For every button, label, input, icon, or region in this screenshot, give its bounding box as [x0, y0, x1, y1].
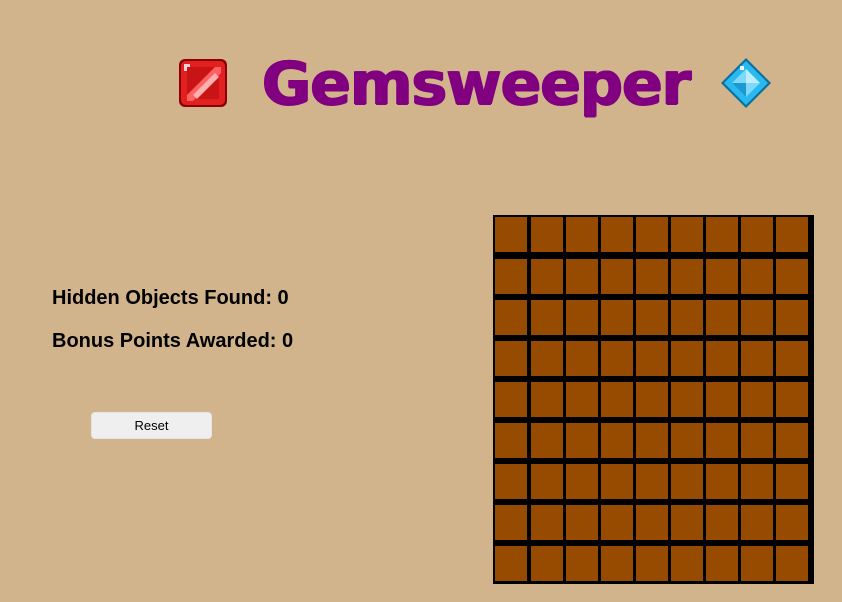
board-cell[interactable] — [495, 382, 527, 417]
board-cell[interactable] — [671, 217, 703, 252]
board-cell[interactable] — [531, 505, 563, 540]
board-cell[interactable] — [671, 382, 703, 417]
hidden-objects-count: 0 — [277, 287, 289, 309]
board-cell[interactable] — [531, 546, 563, 581]
board-cell[interactable] — [776, 341, 808, 376]
board-cell[interactable] — [495, 259, 527, 294]
board-cell[interactable] — [601, 259, 633, 294]
board-cell[interactable] — [495, 423, 527, 458]
board-cell[interactable] — [495, 546, 527, 581]
board-cell[interactable] — [706, 300, 738, 335]
bonus-points-label: Bonus Points Awarded: — [52, 330, 283, 352]
board-cell[interactable] — [636, 505, 668, 540]
board-cell[interactable] — [776, 382, 808, 417]
board-cell[interactable] — [601, 464, 633, 499]
board-cell[interactable] — [601, 382, 633, 417]
red-gem-icon — [179, 59, 227, 107]
board-cell[interactable] — [706, 217, 738, 252]
game-header: Gemsweeper — [0, 0, 842, 160]
board-cell[interactable] — [495, 341, 527, 376]
board-cell[interactable] — [601, 505, 633, 540]
board-cell[interactable] — [495, 300, 527, 335]
board-cell[interactable] — [636, 217, 668, 252]
board-cell[interactable] — [671, 341, 703, 376]
board-cell[interactable] — [566, 217, 598, 252]
board-cell[interactable] — [671, 259, 703, 294]
board-cell[interactable] — [531, 217, 563, 252]
board-cell[interactable] — [601, 300, 633, 335]
board-cell[interactable] — [776, 300, 808, 335]
stats-panel: Hidden Objects Found: 0 Bonus Points Awa… — [52, 284, 432, 370]
blue-gem-icon — [721, 58, 771, 108]
board-cell[interactable] — [601, 546, 633, 581]
board-cell[interactable] — [636, 341, 668, 376]
board-cell[interactable] — [706, 341, 738, 376]
board-cell[interactable] — [741, 341, 773, 376]
board-cell[interactable] — [776, 505, 808, 540]
game-title: Gemsweeper — [262, 49, 691, 119]
board-cell[interactable] — [495, 505, 527, 540]
board-cell[interactable] — [636, 464, 668, 499]
board-cell[interactable] — [741, 217, 773, 252]
board-cell[interactable] — [636, 423, 668, 458]
board-cell[interactable] — [706, 464, 738, 499]
hidden-objects-label: Hidden Objects Found: — [52, 287, 278, 309]
bonus-points-count: 0 — [282, 330, 294, 352]
board-cell[interactable] — [671, 546, 703, 581]
board-cell[interactable] — [601, 217, 633, 252]
board-cell[interactable] — [741, 259, 773, 294]
board-cell[interactable] — [566, 546, 598, 581]
board-cell[interactable] — [531, 300, 563, 335]
board-cell[interactable] — [671, 464, 703, 499]
board-cell[interactable] — [566, 505, 598, 540]
board-cell[interactable] — [636, 259, 668, 294]
board-cell[interactable] — [706, 423, 738, 458]
board-cell[interactable] — [741, 464, 773, 499]
bonus-points-stat: Bonus Points Awarded: 0 — [52, 327, 432, 355]
board-cell[interactable] — [566, 464, 598, 499]
board-cell[interactable] — [531, 341, 563, 376]
board-cell[interactable] — [776, 423, 808, 458]
board-cell[interactable] — [566, 382, 598, 417]
board-cell[interactable] — [601, 423, 633, 458]
board-cell[interactable] — [741, 546, 773, 581]
game-board — [493, 215, 814, 584]
board-cell[interactable] — [706, 382, 738, 417]
board-cell[interactable] — [741, 300, 773, 335]
board-cell[interactable] — [706, 259, 738, 294]
board-cell[interactable] — [495, 464, 527, 499]
board-cell[interactable] — [706, 546, 738, 581]
board-cell[interactable] — [531, 423, 563, 458]
reset-button[interactable]: Reset — [91, 412, 212, 439]
board-cell[interactable] — [636, 546, 668, 581]
board-cell[interactable] — [776, 546, 808, 581]
board-cell[interactable] — [741, 505, 773, 540]
board-cell[interactable] — [776, 217, 808, 252]
board-cell[interactable] — [636, 300, 668, 335]
board-cell[interactable] — [776, 259, 808, 294]
board-cell[interactable] — [741, 382, 773, 417]
board-cell[interactable] — [531, 259, 563, 294]
board-cell[interactable] — [671, 505, 703, 540]
board-cell[interactable] — [531, 382, 563, 417]
board-cell[interactable] — [495, 217, 527, 252]
board-cell[interactable] — [566, 259, 598, 294]
board-cell[interactable] — [566, 423, 598, 458]
board-cell[interactable] — [566, 300, 598, 335]
board-cell[interactable] — [671, 423, 703, 458]
board-cell[interactable] — [671, 300, 703, 335]
board-cell[interactable] — [566, 341, 598, 376]
board-cell[interactable] — [636, 382, 668, 417]
board-cell[interactable] — [706, 505, 738, 540]
hidden-objects-stat: Hidden Objects Found: 0 — [52, 284, 432, 312]
board-cell[interactable] — [741, 423, 773, 458]
board-cell[interactable] — [776, 464, 808, 499]
board-cell[interactable] — [601, 341, 633, 376]
board-cell[interactable] — [531, 464, 563, 499]
